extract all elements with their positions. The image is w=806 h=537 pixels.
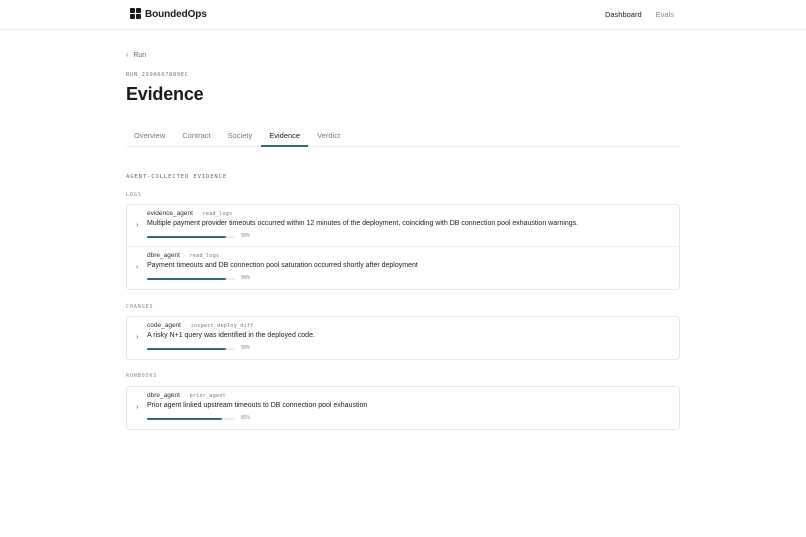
- nav-evals-link[interactable]: Evals: [656, 10, 674, 19]
- confidence-label: 90%: [241, 233, 251, 239]
- tool-name: read_logs: [202, 210, 233, 217]
- evidence-item[interactable]: › evidence_agent · read_logs Multiple pa…: [127, 205, 679, 247]
- tab-contract[interactable]: Contract: [174, 124, 218, 147]
- confidence-bar: [147, 236, 235, 238]
- confidence-bar: [147, 418, 235, 420]
- top-bar: BoundedOps Dashboard Evals: [0, 0, 806, 30]
- evidence-description: Payment timeouts and DB connection pool …: [147, 262, 418, 269]
- confidence-label: 90%: [241, 345, 251, 351]
- agent-name: evidence_agent: [147, 210, 193, 217]
- agent-name: dbre_agent: [147, 252, 180, 259]
- evidence-description: Multiple payment provider timeouts occur…: [147, 220, 579, 227]
- group-label-runbooks: RUNBOOKS: [126, 373, 158, 379]
- tool-name: prior_agent: [189, 392, 226, 399]
- tab-bar: Overview Contract Society Evidence Verdi…: [126, 124, 680, 147]
- evidence-description: Prior agent linked upstream timeouts to …: [147, 402, 368, 409]
- evidence-item[interactable]: › code_agent · inspect_deploy_diff A ris…: [127, 317, 679, 359]
- tool-name: inspect_deploy_diff: [190, 322, 254, 329]
- chevron-right-icon: ›: [136, 404, 139, 411]
- back-link[interactable]: ‹ Run: [126, 52, 146, 59]
- chevron-right-icon: ›: [136, 222, 139, 229]
- agent-name: dbre_agent: [147, 392, 180, 399]
- evidence-item[interactable]: › dbre_agent · prior_agent Prior agent l…: [127, 387, 679, 429]
- confidence-label: 85%: [241, 415, 251, 421]
- section-title: AGENT-COLLECTED EVIDENCE: [126, 174, 228, 180]
- logo-icon: [130, 8, 142, 20]
- evidence-item[interactable]: › dbre_agent · read_logs Payment timeout…: [127, 247, 679, 289]
- confidence-bar-fill: [147, 236, 227, 238]
- separator-dot: ·: [184, 322, 187, 329]
- back-link-label: Run: [133, 52, 147, 59]
- brand-name: BoundedOps: [145, 8, 207, 20]
- confidence-bar: [147, 348, 235, 350]
- run-id: RUN_299A607889EC: [126, 72, 189, 78]
- agent-name: code_agent: [147, 322, 181, 329]
- chevron-right-icon: ›: [136, 334, 139, 341]
- evidence-card-logs: › evidence_agent · read_logs Multiple pa…: [126, 204, 680, 290]
- evidence-card-changes: › code_agent · inspect_deploy_diff A ris…: [126, 316, 680, 360]
- brand-logo[interactable]: BoundedOps: [130, 8, 207, 20]
- tab-verdict[interactable]: Verdict: [309, 124, 348, 147]
- tool-name: read_logs: [189, 252, 220, 259]
- tab-society[interactable]: Society: [220, 124, 261, 147]
- top-nav: Dashboard Evals: [605, 10, 674, 19]
- chevron-left-icon: ‹: [126, 52, 129, 59]
- confidence-bar: [147, 278, 235, 280]
- tab-overview[interactable]: Overview: [126, 124, 173, 147]
- tab-evidence[interactable]: Evidence: [261, 124, 309, 147]
- confidence-label: 90%: [241, 275, 251, 281]
- confidence-bar-fill: [147, 278, 227, 280]
- confidence-bar-fill: [147, 348, 227, 350]
- evidence-description: A risky N+1 query was identified in the …: [147, 332, 315, 339]
- separator-dot: ·: [183, 392, 186, 399]
- confidence-bar-fill: [147, 418, 222, 420]
- separator-dot: ·: [196, 210, 199, 217]
- nav-dashboard-link[interactable]: Dashboard: [605, 10, 642, 19]
- group-label-logs: LOGS: [126, 192, 142, 198]
- separator-dot: ·: [183, 252, 186, 259]
- page-title: Evidence: [126, 84, 204, 104]
- group-label-changes: CHANGES: [126, 304, 154, 310]
- chevron-right-icon: ›: [136, 264, 139, 271]
- evidence-card-runbooks: › dbre_agent · prior_agent Prior agent l…: [126, 386, 680, 430]
